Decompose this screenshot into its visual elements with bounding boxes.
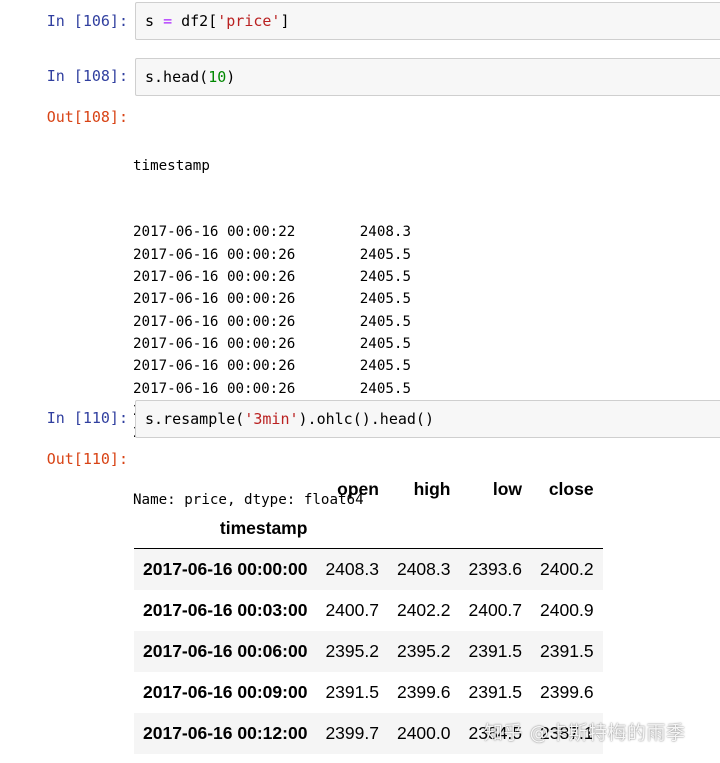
table-row: 2017-06-16 00:00:00 2408.3 2408.3 2393.6 240… xyxy=(134,548,603,590)
code-token: ).ohlc().head() xyxy=(298,410,434,428)
series-row-index: 2017-06-16 00:00:26 xyxy=(133,269,296,286)
code-cell-106[interactable]: s = df2['price'] xyxy=(135,2,720,40)
code-token: 10 xyxy=(208,68,227,86)
code-token: s.head( xyxy=(145,68,209,86)
code-token: = xyxy=(163,12,173,30)
series-row: 2017-06-16 00:00:26 2405.5 xyxy=(133,378,411,400)
table-cell-low: 2391.5 xyxy=(468,681,523,702)
series-row: 2017-06-16 00:00:26 2405.5 xyxy=(133,355,411,377)
table-header-row: open high low close xyxy=(134,470,603,508)
series-row-value: 2405.5 xyxy=(359,380,411,397)
code-token: s.resample( xyxy=(145,410,245,428)
table-cell-low: 2393.6 xyxy=(468,558,523,579)
table-cell-close: 2400.2 xyxy=(540,558,594,579)
row-index: 2017-06-16 00:03:00 xyxy=(143,599,308,620)
watermark: 知乎 @卡斯特梅的雨季 xyxy=(484,722,686,744)
table-cell-close: 2391.5 xyxy=(540,640,594,661)
code-token: s xyxy=(145,12,164,30)
index-name: timestamp xyxy=(134,508,317,549)
series-row: 2017-06-16 00:00:22 2408.3 xyxy=(133,221,411,243)
series-row-value: 2405.5 xyxy=(359,291,411,308)
row-index: 2017-06-16 00:00:00 xyxy=(143,558,308,579)
code-token: ] xyxy=(280,12,290,30)
table-row: 2017-06-16 00:06:00 2395.2 2395.2 2391.5 239… xyxy=(134,630,603,672)
table-cell-close: 2399.6 xyxy=(540,681,594,702)
empty-header-cell xyxy=(387,508,460,549)
code-token: 'price' xyxy=(217,12,281,30)
column-header-high: high xyxy=(413,478,451,499)
series-row-value: 2405.5 xyxy=(359,246,411,263)
column-header-close: close xyxy=(548,478,594,499)
empty-header-cell xyxy=(459,508,532,549)
code-token: df2[ xyxy=(172,12,218,30)
empty-header-cell xyxy=(316,508,388,549)
series-row: 2017-06-16 00:00:26 2405.5 xyxy=(133,288,411,310)
table-cell-open: 2391.5 xyxy=(325,681,379,702)
table-cell-high: 2395.2 xyxy=(396,640,451,661)
corner-cell xyxy=(134,470,316,508)
column-header-open: open xyxy=(337,478,379,499)
table-cell-high: 2400.0 xyxy=(396,722,451,743)
table-cell-open: 2395.2 xyxy=(325,640,379,661)
input-prompt-108: In [108]: xyxy=(46,67,128,85)
table-cell-high: 2408.3 xyxy=(396,558,451,579)
series-row-index: 2017-06-16 00:00:26 xyxy=(133,380,296,397)
table-cell-high: 2399.6 xyxy=(396,681,451,702)
series-row-index: 2017-06-16 00:00:26 xyxy=(133,246,296,263)
column-header-low: low xyxy=(492,478,523,499)
row-index: 2017-06-16 00:06:00 xyxy=(143,640,308,661)
table-cell-open: 2399.7 xyxy=(325,722,379,743)
output-prompt-108: Out[108]: xyxy=(46,108,128,126)
table-row: 2017-06-16 00:03:00 2400.7 2402.2 2400.7 240… xyxy=(134,590,603,631)
series-row-index: 2017-06-16 00:00:22 xyxy=(133,224,296,241)
table-cell-high: 2402.2 xyxy=(396,599,451,620)
series-row-index: 2017-06-16 00:00:26 xyxy=(133,291,296,308)
table-cell-open: 2408.3 xyxy=(325,558,379,579)
series-row-value: 2408.3 xyxy=(359,224,411,241)
series-row-index: 2017-06-16 00:00:26 xyxy=(133,313,296,330)
series-row: 2017-06-16 00:00:26 2405.5 xyxy=(133,266,411,288)
table-cell-low: 2400.7 xyxy=(468,599,523,620)
table-row: 2017-06-16 00:09:00 2391.5 2399.6 2391.5 239… xyxy=(134,672,603,713)
empty-header-cell xyxy=(531,508,603,549)
index-name-row: timestamp xyxy=(134,508,603,549)
series-index-name: timestamp xyxy=(133,157,210,174)
series-row-index: 2017-06-16 00:00:26 xyxy=(133,335,296,352)
ohlc-table: open high low close timestamp 2017-06-16… xyxy=(134,470,603,754)
series-row: 2017-06-16 00:00:26 2405.5 xyxy=(133,244,411,266)
series-row-value: 2405.5 xyxy=(359,335,411,352)
code-token: ) xyxy=(226,68,236,86)
table-cell-low: 2391.5 xyxy=(468,640,523,661)
row-index: 2017-06-16 00:12:00 xyxy=(143,722,308,743)
output-prompt-110: Out[110]: xyxy=(46,450,128,468)
series-row: 2017-06-16 00:00:26 2405.5 xyxy=(133,333,411,355)
series-row-value: 2405.5 xyxy=(359,313,411,330)
table-cell-close: 2400.9 xyxy=(540,599,594,620)
input-prompt-110: In [110]: xyxy=(46,409,128,427)
series-row-index: 2017-06-16 00:00:26 xyxy=(133,358,296,375)
table-cell-open: 2400.7 xyxy=(325,599,379,620)
row-index: 2017-06-16 00:09:00 xyxy=(143,681,308,702)
series-row-value: 2405.5 xyxy=(359,269,411,286)
input-prompt-106: In [106]: xyxy=(46,12,128,30)
code-token: '3min' xyxy=(244,410,299,428)
series-row: 2017-06-16 00:00:26 2405.5 xyxy=(133,311,411,333)
series-row-value: 2405.5 xyxy=(359,358,411,375)
code-cell-110[interactable]: s.resample('3min').ohlc().head() xyxy=(135,400,720,438)
code-cell-108[interactable]: s.head(10) xyxy=(135,58,720,96)
